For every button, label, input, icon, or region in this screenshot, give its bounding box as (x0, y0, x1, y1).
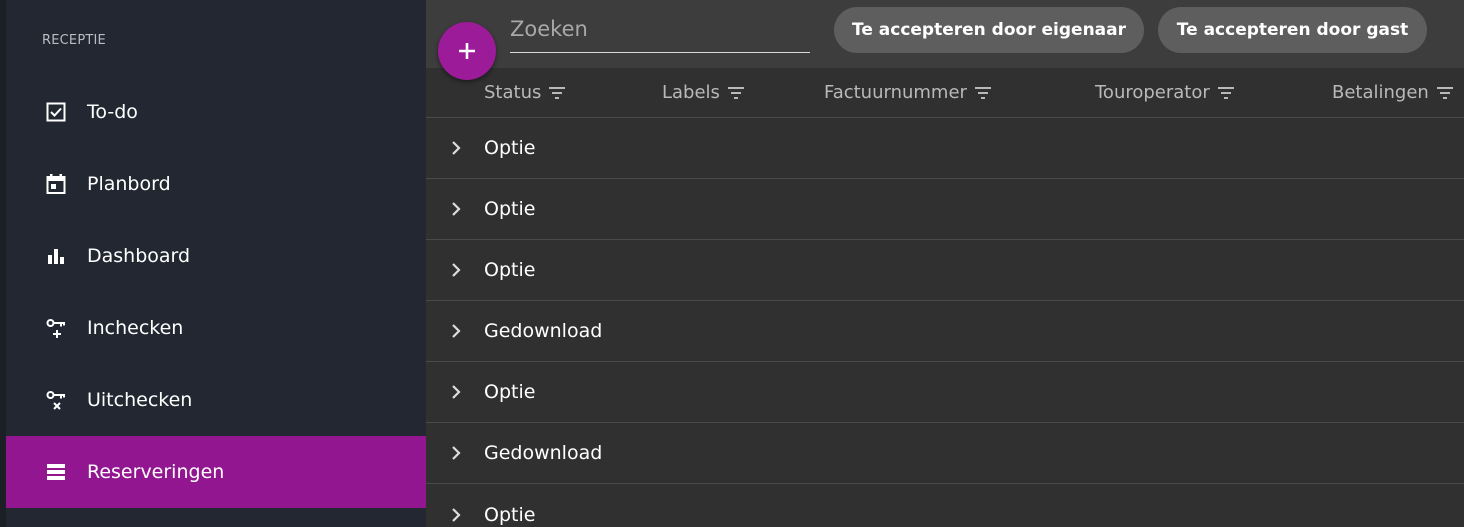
filter-icon (727, 86, 744, 99)
table-row[interactable]: Optie (426, 484, 1464, 527)
key-plus-icon (46, 318, 66, 338)
sidebar-item-label: Planbord (87, 173, 171, 195)
sidebar-item-planbord[interactable]: Planbord (6, 148, 426, 220)
table-row[interactable]: Optie (426, 179, 1464, 240)
sidebar-item-label: Reserveringen (87, 461, 225, 483)
table-row[interactable]: Optie (426, 240, 1464, 301)
add-reservation-button[interactable] (438, 22, 496, 80)
table-header: Status Labels Factuurnummer Touroperator… (426, 69, 1464, 118)
key-x-icon (46, 390, 66, 410)
filter-icon (1436, 86, 1453, 99)
row-status: Optie (484, 381, 536, 403)
column-header-label: Status (484, 82, 542, 103)
row-status: Optie (484, 198, 536, 220)
chevron-right-icon[interactable] (451, 261, 465, 279)
list-icon (46, 462, 66, 482)
calendar-icon (46, 174, 66, 194)
chevron-right-icon[interactable] (451, 322, 465, 340)
column-header-betalingen[interactable]: Betalingen (1332, 82, 1453, 103)
sidebar: RECEPTIE To-do Planbord Dashboard Inchec… (6, 0, 426, 527)
sidebar-item-todo[interactable]: To-do (6, 76, 426, 148)
chevron-right-icon[interactable] (451, 139, 465, 157)
chevron-right-icon[interactable] (451, 200, 465, 218)
sidebar-item-dashboard[interactable]: Dashboard (6, 220, 426, 292)
bar-chart-icon (46, 246, 66, 266)
main-panel: Te accepteren door eigenaar Te acceptere… (426, 0, 1464, 527)
table-row[interactable]: Optie (426, 362, 1464, 423)
row-status: Optie (484, 137, 536, 159)
column-header-label: Labels (662, 82, 720, 103)
sidebar-header: RECEPTIE (42, 33, 106, 48)
column-header-label: Betalingen (1332, 82, 1429, 103)
column-header-status[interactable]: Status (484, 82, 566, 103)
sidebar-item-label: Dashboard (87, 245, 191, 267)
row-status: Gedownload (484, 320, 603, 342)
sidebar-item-label: Inchecken (87, 317, 184, 339)
row-status: Optie (484, 504, 536, 526)
filter-chip-gast[interactable]: Te accepteren door gast (1158, 7, 1427, 53)
chevron-right-icon[interactable] (451, 444, 465, 462)
sidebar-item-label: To-do (87, 101, 138, 123)
table-row[interactable]: Gedownload (426, 423, 1464, 484)
sidebar-item-reserveringen[interactable]: Reserveringen (6, 436, 426, 508)
column-header-factuurnummer[interactable]: Factuurnummer (824, 82, 991, 103)
filter-chip-eigenaar[interactable]: Te accepteren door eigenaar (834, 7, 1144, 53)
search-field (510, 10, 810, 53)
column-header-label: Touroperator (1095, 82, 1210, 103)
search-input[interactable] (510, 10, 810, 48)
filter-icon (1217, 86, 1234, 99)
chevron-right-icon[interactable] (451, 506, 465, 524)
filter-icon (974, 86, 991, 99)
sidebar-item-uitchecken[interactable]: Uitchecken (6, 364, 426, 436)
filter-icon (549, 86, 566, 99)
table-row[interactable]: Optie (426, 118, 1464, 179)
column-header-touroperator[interactable]: Touroperator (1095, 82, 1234, 103)
table-row[interactable]: Gedownload (426, 301, 1464, 362)
plus-icon (459, 43, 475, 59)
row-status: Optie (484, 259, 536, 281)
column-header-label: Factuurnummer (824, 82, 967, 103)
row-status: Gedownload (484, 442, 603, 464)
chevron-right-icon[interactable] (451, 383, 465, 401)
column-header-labels[interactable]: Labels (662, 82, 744, 103)
checkbox-icon (46, 102, 66, 122)
sidebar-item-inchecken[interactable]: Inchecken (6, 292, 426, 364)
toolbar: Te accepteren door eigenaar Te acceptere… (426, 0, 1464, 68)
sidebar-item-label: Uitchecken (87, 389, 193, 411)
